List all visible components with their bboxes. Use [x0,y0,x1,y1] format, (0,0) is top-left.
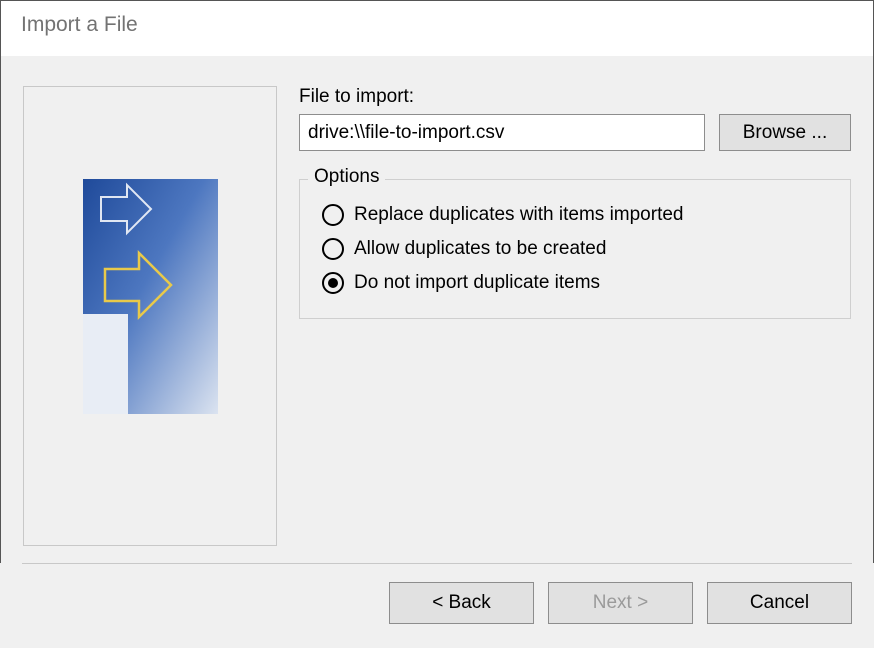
options-group: Options Replace duplicates with items im… [299,179,851,319]
cancel-button[interactable]: Cancel [707,582,852,624]
dialog-title: Import a File [1,1,873,56]
footer-separator [22,563,852,564]
form-panel: File to import: Browse ... Options Repla… [299,86,851,546]
dialog-content: File to import: Browse ... Options Repla… [1,56,873,546]
button-row: < Back Next > Cancel [22,582,852,624]
radio-icon [322,272,344,294]
radio-allow-duplicates[interactable]: Allow duplicates to be created [322,232,832,266]
radio-label: Allow duplicates to be created [354,238,606,260]
wizard-image-panel [23,86,277,546]
file-path-input[interactable] [299,114,705,151]
next-button[interactable]: Next > [548,582,693,624]
dialog-footer: < Back Next > Cancel [0,563,874,648]
radio-label: Do not import duplicate items [354,272,600,294]
file-input-row: Browse ... [299,114,851,151]
radio-icon [322,238,344,260]
wizard-arrows-image [83,179,218,414]
file-to-import-label: File to import: [299,86,851,108]
radio-replace-duplicates[interactable]: Replace duplicates with items imported [322,198,832,232]
browse-button[interactable]: Browse ... [719,114,851,151]
back-button[interactable]: < Back [389,582,534,624]
options-legend: Options [308,166,385,188]
radio-label: Replace duplicates with items imported [354,204,684,226]
radio-icon [322,204,344,226]
radio-no-import-duplicates[interactable]: Do not import duplicate items [322,266,832,300]
